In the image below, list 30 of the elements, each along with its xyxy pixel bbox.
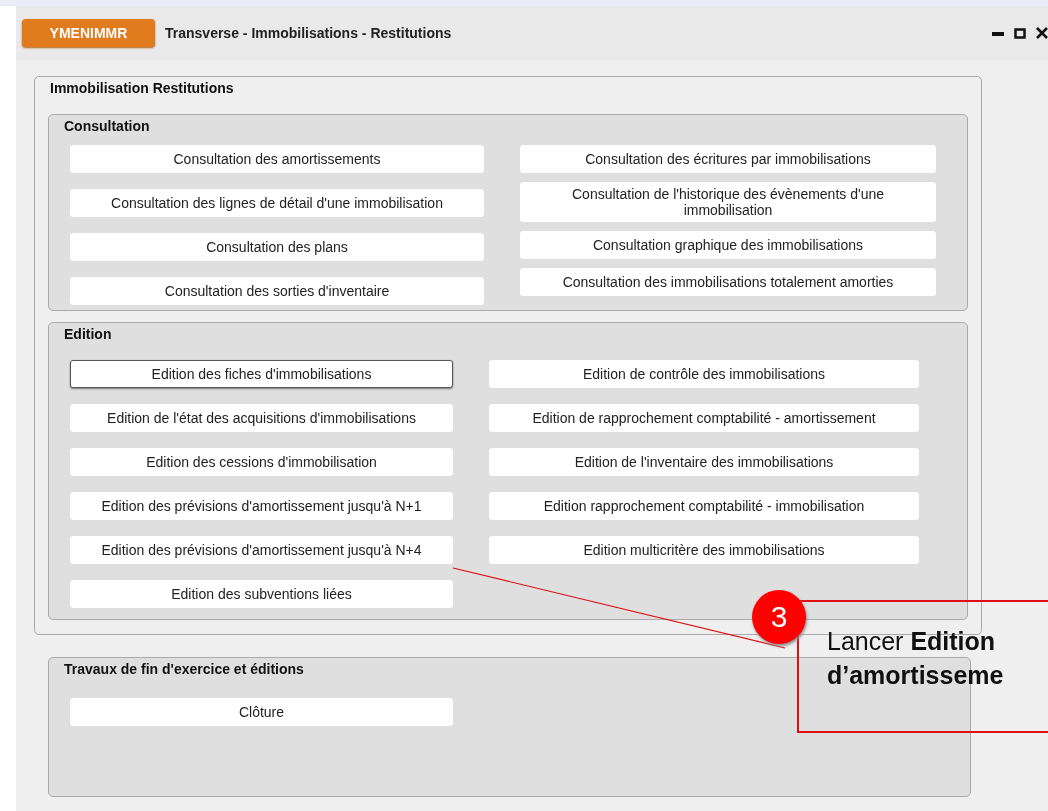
menu-button[interactable]: Consultation des sorties d'inventaire [70, 277, 484, 305]
menu-button[interactable]: Consultation des amortissements [70, 145, 484, 173]
callout-text: d’amortisseme [827, 660, 1005, 691]
menu-button[interactable]: Consultation graphique des immobilisations [520, 231, 936, 259]
group-title: Travaux de fin d'exercice et éditions [64, 661, 304, 677]
menu-button[interactable]: Consultation des plans [70, 233, 484, 261]
menu-button[interactable]: Edition des fiches d'immobilisations [70, 360, 453, 388]
group-title: Edition [64, 326, 112, 342]
menu-button[interactable]: Consultation de l'historique des évènements d'une immobilisation [520, 182, 936, 222]
menu-button[interactable]: Clôture [70, 698, 453, 726]
menu-button[interactable]: Edition des prévisions d'amortissement jusqu'à N+4 [70, 536, 453, 564]
screen-code-badge: YMENIMMR [22, 19, 155, 47]
menu-button[interactable]: Consultation des écritures par immobilisations [520, 145, 936, 173]
group-title: Consultation [64, 118, 150, 134]
menu-button[interactable]: Edition de contrôle des immobilisations [489, 360, 919, 388]
menu-button[interactable]: Consultation des immobilisations totalement amorties [520, 268, 936, 296]
menu-button[interactable]: Edition de l'état des acquisitions d'immobilisations [70, 404, 453, 432]
menu-button[interactable]: Edition de rapprochement comptabilité - amortissement [489, 404, 919, 432]
callout-text: Lancer Edition [827, 626, 997, 657]
menu-button[interactable]: Consultation des lignes de détail d'une immobilisation [70, 189, 484, 217]
menu-button[interactable]: Edition des cessions d'immobilisation [70, 448, 453, 476]
menu-button[interactable]: Edition rapprochement comptabilité - immobilisation [489, 492, 919, 520]
maximize-icon[interactable] [1014, 27, 1026, 39]
menu-button[interactable]: Edition de l'inventaire des immobilisations [489, 448, 919, 476]
window-title: Transverse - Immobilisations - Restitutions [165, 25, 452, 41]
menu-button[interactable]: Edition multicritère des immobilisations [489, 536, 919, 564]
menu-button[interactable]: Edition des prévisions d'amortissement jusqu'à N+1 [70, 492, 453, 520]
section-title: Immobilisation Restitutions [50, 80, 234, 96]
close-icon[interactable] [1036, 27, 1048, 39]
menu-button[interactable]: Edition des subventions liées [70, 580, 453, 608]
